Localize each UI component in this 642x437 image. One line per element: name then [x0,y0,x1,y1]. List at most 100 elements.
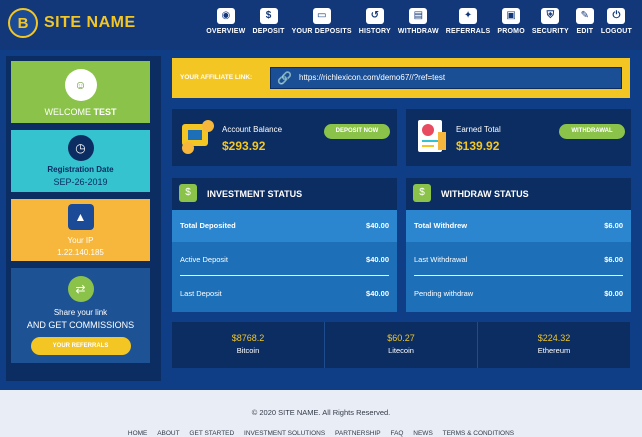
investment-status-header: $ INVESTMENT STATUS [172,178,397,210]
table-row: Active Deposit $40.00 [172,242,397,276]
ip-card: ▲ Your IP 1.22.140.185 [11,199,150,261]
deposit-now-button[interactable]: DEPOSIT NOW [324,124,390,139]
top-header: B SITE NAME ◉ OVERVIEW $ DEPOSIT ▭ YOUR DEP… [0,0,642,50]
withdraw-status-title: WITHDRAW STATUS [441,189,529,199]
power-icon: ⏻ [607,8,626,24]
nav-promo[interactable]: ▣ PROMO [497,8,525,35]
main-nav: ◉ OVERVIEW $ DEPOSIT ▭ YOUR DEPOSITS ↺ HISTO… [199,8,632,35]
nav-overview[interactable]: ◉ OVERVIEW [206,8,245,35]
row-label: Total Deposited [180,221,236,230]
edit-icon: ✎ [575,8,594,24]
nav-label: HISTORY [358,28,391,35]
welcome-card: ☺ WELCOME TEST [11,61,150,123]
footer-links: HOME ABOUT GET STARTED INVESTMENT SOLUTI… [0,430,642,437]
row-label: Last Deposit [180,289,222,298]
nav-edit[interactable]: ✎ EDIT [575,8,594,35]
bitcoin-logo-icon: B [8,8,38,38]
affiliate-link-field[interactable]: 🔗 https://richlexicon.com/demo67//?ref=t… [270,67,622,89]
row-value: $40.00 [366,255,389,264]
row-label: Pending withdraw [414,289,474,298]
ip-value: 1.22.140.185 [57,248,104,257]
investment-status-panel: $ INVESTMENT STATUS Total Deposited $40.… [172,178,397,312]
shield-icon: ⛨ [541,8,560,24]
earned-total-box: Earned Total $139.92 WITHDRAWAL [406,109,631,166]
nav-referrals[interactable]: ✦ REFERRALS [446,8,491,35]
nav-label: LOGOUT [600,28,632,35]
referrals-icon: ✦ [459,8,478,24]
row-label: Active Deposit [180,255,228,264]
nav-security[interactable]: ⛨ SECURITY [532,8,569,35]
nav-label: OVERVIEW [206,28,246,35]
welcome-prefix: WELCOME [44,107,91,117]
earned-total-amount: $139.92 [456,139,500,153]
nav-label: YOUR DEPOSITS [291,28,352,35]
crypto-price: $8768.2 [231,333,265,343]
nav-label: REFERRALS [445,28,491,35]
row-value: $6.00 [604,221,623,230]
user-avatar-icon: ☺ [64,69,97,101]
registration-date: SEP-26-2019 [53,177,108,187]
footer-link-partnership[interactable]: PARTNERSHIP [335,430,381,437]
affiliate-url[interactable]: https://richlexicon.com/demo67//?ref=tes… [299,73,445,82]
nav-logout[interactable]: ⏻ LOGOUT [601,8,632,35]
nav-label: PROMO [497,28,525,35]
table-row: Total Withdrew $6.00 [406,210,631,242]
share-line2: AND GET COMMISSIONS [26,320,135,330]
welcome-username: TEST [93,107,117,117]
nav-your-deposits[interactable]: ▭ YOUR DEPOSITS [292,8,352,35]
account-balance-box: Account Balance $293.92 DEPOSIT NOW [172,109,397,166]
cash-icon: ▭ [312,8,331,24]
crypto-name: Ethereum [537,346,571,355]
clock-icon: ◷ [67,135,94,161]
withdrawal-button[interactable]: WITHDRAWAL [559,124,625,139]
welcome-text: WELCOME TEST [11,107,150,117]
row-value: $40.00 [366,221,389,230]
share-card: ⇄ Share your link AND GET COMMISSIONS YO… [11,268,150,363]
crypto-ethereum: $224.32 Ethereum [477,322,630,368]
footer-link-news[interactable]: NEWS [413,430,433,437]
copyright-text: © 2020 SITE NAME. All Rights Reserved. [251,408,391,417]
your-referrals-button[interactable]: YOUR REFERRALS [30,337,131,355]
footer-link-get-started[interactable]: GET STARTED [189,430,234,437]
footer-link-about[interactable]: ABOUT [157,430,179,437]
nav-label: WITHDRAW [397,28,439,35]
money-stack-icon: $ [179,184,197,202]
crypto-litecoin: $60.27 Litecoin [324,322,477,368]
report-icon [418,120,446,152]
brand-logo[interactable]: B SITE NAME [8,8,136,38]
money-hand-icon: $ [413,184,431,202]
history-icon: ↺ [365,8,384,24]
withdraw-status-header: $ WITHDRAW STATUS [406,178,631,210]
share-line1: Share your link [53,308,108,317]
sidebar: ☺ WELCOME TEST ◷ Registration Date SEP-2… [6,56,161,381]
table-row: Last Deposit $40.00 [172,276,397,310]
money-bag-icon: $ [259,8,278,24]
footer-link-investment-solutions[interactable]: INVESTMENT SOLUTIONS [244,430,325,437]
crypto-bitcoin: $8768.2 Bitcoin [172,322,324,368]
investment-status-title: INVESTMENT STATUS [207,189,303,199]
nav-label: SECURITY [531,28,569,35]
footer-link-terms[interactable]: TERMS & CONDITIONS [443,430,515,437]
earned-total-title: Earned Total [456,125,501,134]
footer-link-home[interactable]: HOME [128,430,148,437]
crypto-name: Bitcoin [236,346,260,355]
nav-history[interactable]: ↺ HISTORY [359,8,391,35]
row-value: $6.00 [604,255,623,264]
nav-withdraw[interactable]: ▤ WITHDRAW [398,8,439,35]
crypto-price: $224.32 [537,333,571,343]
account-balance-title: Account Balance [222,125,283,134]
affiliate-label: YOUR AFFILIATE LINK: [180,74,253,81]
promo-icon: ▣ [502,8,521,24]
footer-link-faq[interactable]: FAQ [390,430,403,437]
site-name: SITE NAME [44,14,136,31]
nav-deposit[interactable]: $ DEPOSIT [252,8,284,35]
table-row: Total Deposited $40.00 [172,210,397,242]
nav-label: DEPOSIT [252,28,285,35]
footer: © 2020 SITE NAME. All Rights Reserved. H… [0,390,642,437]
link-icon: 🔗 [277,71,292,85]
row-value: $0.00 [604,289,623,298]
share-icon: ⇄ [67,276,94,302]
crypto-price: $60.27 [387,333,415,343]
eye-icon: ◉ [216,8,235,24]
ip-label: Your IP [67,236,94,245]
